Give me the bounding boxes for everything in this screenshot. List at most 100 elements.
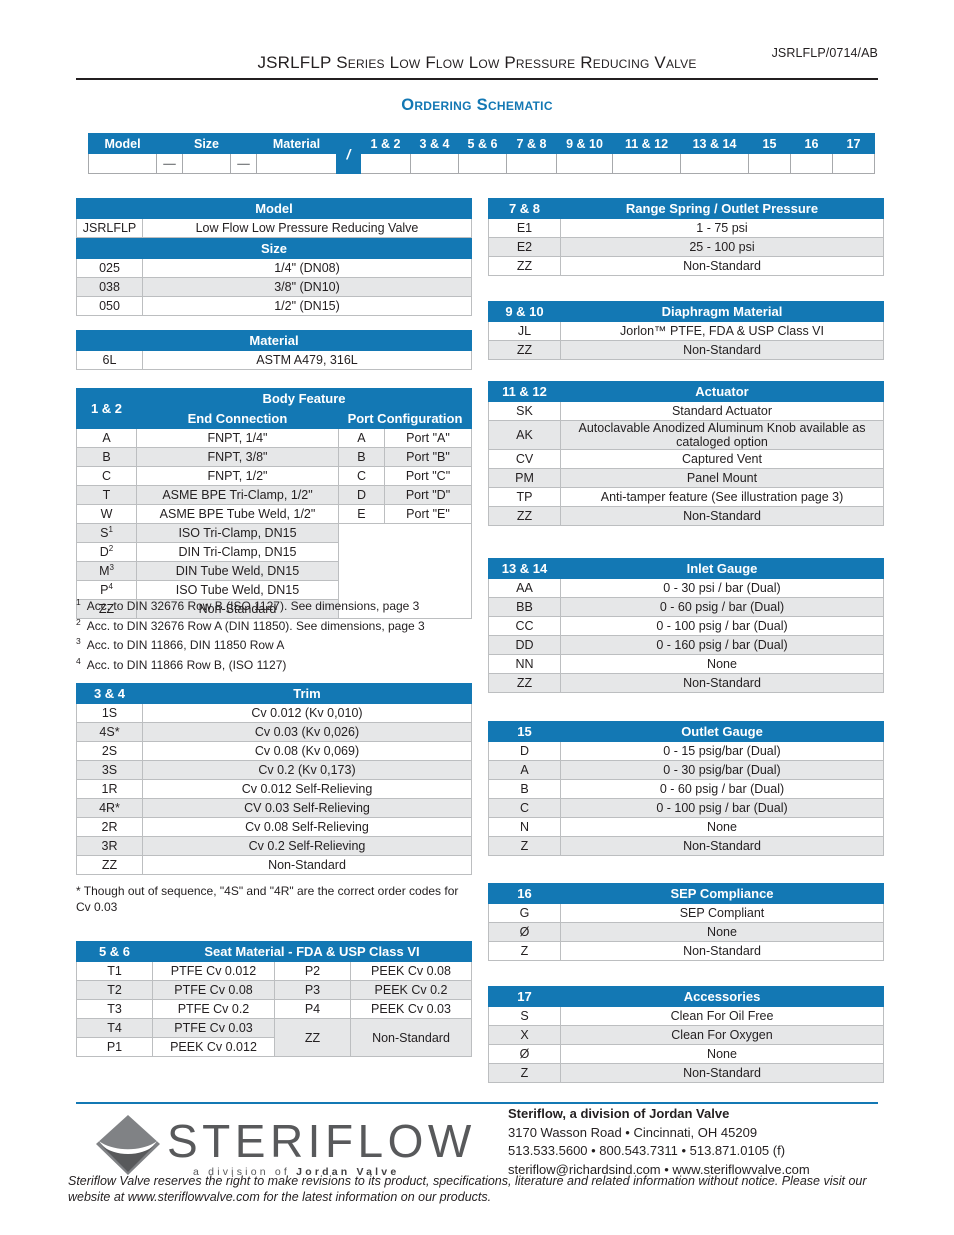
schematic-header-material: Material <box>256 133 337 154</box>
schematic-input-cell[interactable] <box>506 153 557 174</box>
option-description: Cv 0.012 (Kv 0,010) <box>142 703 472 723</box>
footnote-item: 2 Acc. to DIN 32676 Row A (DIN 11850). S… <box>76 616 425 633</box>
schematic-header-model: Model <box>88 133 157 154</box>
table-row: S1 ISO Tri-Clamp, DN15 <box>76 523 473 619</box>
option-code: D <box>488 741 561 761</box>
schematic-header-13-14: 13 & 14 <box>680 133 749 154</box>
table-row: 6L ASTM A479, 316L <box>76 350 472 370</box>
schematic-input-cell[interactable] <box>182 153 231 174</box>
option-code: D2 <box>76 542 137 562</box>
option-code: 4S* <box>76 722 143 742</box>
option-description: ASME BPE Tri-Clamp, 1/2" <box>136 485 339 505</box>
page-title: JSRLFLP Series Low Flow Low Pressure Red… <box>257 53 697 72</box>
table-row: SK Standard Actuator <box>488 401 884 421</box>
option-description: 0 - 60 psig / bar (Dual) <box>560 779 884 799</box>
table-row: 038 3/8" (DN10) <box>76 277 472 297</box>
table-row: Ø None <box>488 922 884 942</box>
schematic-input-cell[interactable] <box>88 153 157 174</box>
table-row: 4R* CV 0.03 Self-Relieving <box>76 798 472 818</box>
footnote-item: 3 Acc. to DIN 11866, DIN 11850 Row A <box>76 636 285 652</box>
option-description: Non-Standard <box>142 855 472 875</box>
table-row: E2 25 - 100 psi <box>488 237 884 257</box>
option-code: 1R <box>76 779 143 799</box>
table-code-header: 16 <box>488 883 561 904</box>
table-row: N None <box>488 817 884 837</box>
table-material: Material 6L ASTM A479, 316L <box>76 330 472 370</box>
port-description: Port "C" <box>383 466 473 486</box>
option-description: 3/8" (DN10) <box>142 277 472 297</box>
table-row: ZZ Non-Standard <box>76 855 472 875</box>
option-description: Cv 0.08 Self-Relieving <box>142 817 472 837</box>
option-description: 0 - 160 psig / bar (Dual) <box>560 635 884 655</box>
option-code-secondary: P3 <box>274 980 351 1000</box>
option-code: JSRLFLP <box>76 218 143 238</box>
schematic-header-17: 17 <box>832 133 875 154</box>
schematic-input-cell[interactable] <box>832 153 875 174</box>
table-row: Ø None <box>488 1044 884 1064</box>
schematic-header-5-6: 5 & 6 <box>458 133 507 154</box>
footnote-item: 4 Acc. to DIN 11866 Row B, (ISO 1127) <box>76 655 287 672</box>
option-code: M3 <box>76 561 137 581</box>
option-code: B <box>76 447 137 467</box>
table-row: Z Non-Standard <box>488 1063 884 1083</box>
option-code: G <box>488 903 561 923</box>
disclaimer-text: Steriflow Valve reserves the right to ma… <box>68 1174 867 1204</box>
schematic-input-cell[interactable] <box>556 153 613 174</box>
schematic-input-cell[interactable] <box>410 153 459 174</box>
option-description: Cv 0.08 (Kv 0,069) <box>142 741 472 761</box>
option-code: BB <box>488 597 561 617</box>
port-code: D <box>337 485 385 505</box>
table-row: 050 1/2" (DN15) <box>76 296 472 316</box>
table-title-header: Accessories <box>560 986 884 1007</box>
table-row: ZZ Non-Standard <box>488 256 884 276</box>
table-row: ZZ Non-Standard <box>488 506 884 526</box>
schematic-header-15: 15 <box>748 133 791 154</box>
table-row: AK Autoclavable Anodized Aluminum Knob av… <box>488 420 884 450</box>
schematic-input-cell[interactable] <box>680 153 749 174</box>
table-title-header: Diaphragm Material <box>560 301 884 322</box>
table-code-header: 9 & 10 <box>488 301 561 322</box>
section-title: Ordering Schematic <box>401 96 553 114</box>
option-description: Non-Standard <box>560 340 884 360</box>
table-row: PM Panel Mount <box>488 468 884 488</box>
option-description: PTFE Cv 0.03 <box>152 1018 275 1038</box>
schematic-input-cell[interactable] <box>458 153 507 174</box>
option-code: NN <box>488 654 561 674</box>
port-description: Port "B" <box>383 447 473 467</box>
option-code: X <box>488 1025 561 1045</box>
option-description: Low Flow Low Pressure Reducing Valve <box>142 218 472 238</box>
table-title-header: SEP Compliance <box>560 883 884 904</box>
table-trim: 3 & 4 Trim 1S Cv 0.012 (Kv 0,010) 4S* Cv 0.03… <box>76 683 472 875</box>
option-code: T3 <box>76 999 153 1019</box>
option-code: 3R <box>76 836 143 856</box>
option-code-secondary: P2 <box>274 961 351 981</box>
schematic-input-cell[interactable] <box>612 153 681 174</box>
schematic-input-cell[interactable] <box>360 153 411 174</box>
option-description: 1/2" (DN15) <box>142 296 472 316</box>
option-code: 050 <box>76 296 143 316</box>
table-code-header: 15 <box>488 721 561 742</box>
schematic-header-3-4: 3 & 4 <box>410 133 459 154</box>
schematic-input-cell[interactable] <box>748 153 791 174</box>
option-code: 038 <box>76 277 143 297</box>
logo-wordmark: STERIFLOW <box>167 1115 476 1167</box>
schematic-input-cell[interactable] <box>790 153 833 174</box>
table-row: 3S Cv 0.2 (Kv 0,173) <box>76 760 472 780</box>
option-code: 3S <box>76 760 143 780</box>
option-code: T4 <box>76 1018 153 1038</box>
contact-block: Steriflow, a division of Jordan Valve 31… <box>508 1105 810 1179</box>
table-row: BB 0 - 60 psig / bar (Dual) <box>488 597 884 617</box>
schematic-input-cell[interactable] <box>256 153 337 174</box>
table-code-header: 1 & 2 <box>76 388 137 429</box>
table-model: Model JSRLFLP Low Flow Low Pressure Reduci… <box>76 198 472 238</box>
option-description: 0 - 15 psig/bar (Dual) <box>560 741 884 761</box>
option-description: Non-Standard <box>560 256 884 276</box>
option-description: 0 - 60 psig / bar (Dual) <box>560 597 884 617</box>
schematic-header-1-2: 1 & 2 <box>360 133 411 154</box>
option-description: CV 0.03 Self-Relieving <box>142 798 472 818</box>
option-code: Z <box>488 836 561 856</box>
table-seat-material: 5 & 6 Seat Material - FDA & USP Class VI T… <box>76 941 472 1057</box>
option-description: Captured Vent <box>560 449 884 469</box>
option-code: AK <box>488 420 561 450</box>
table-row: 3R Cv 0.2 Self-Relieving <box>76 836 472 856</box>
